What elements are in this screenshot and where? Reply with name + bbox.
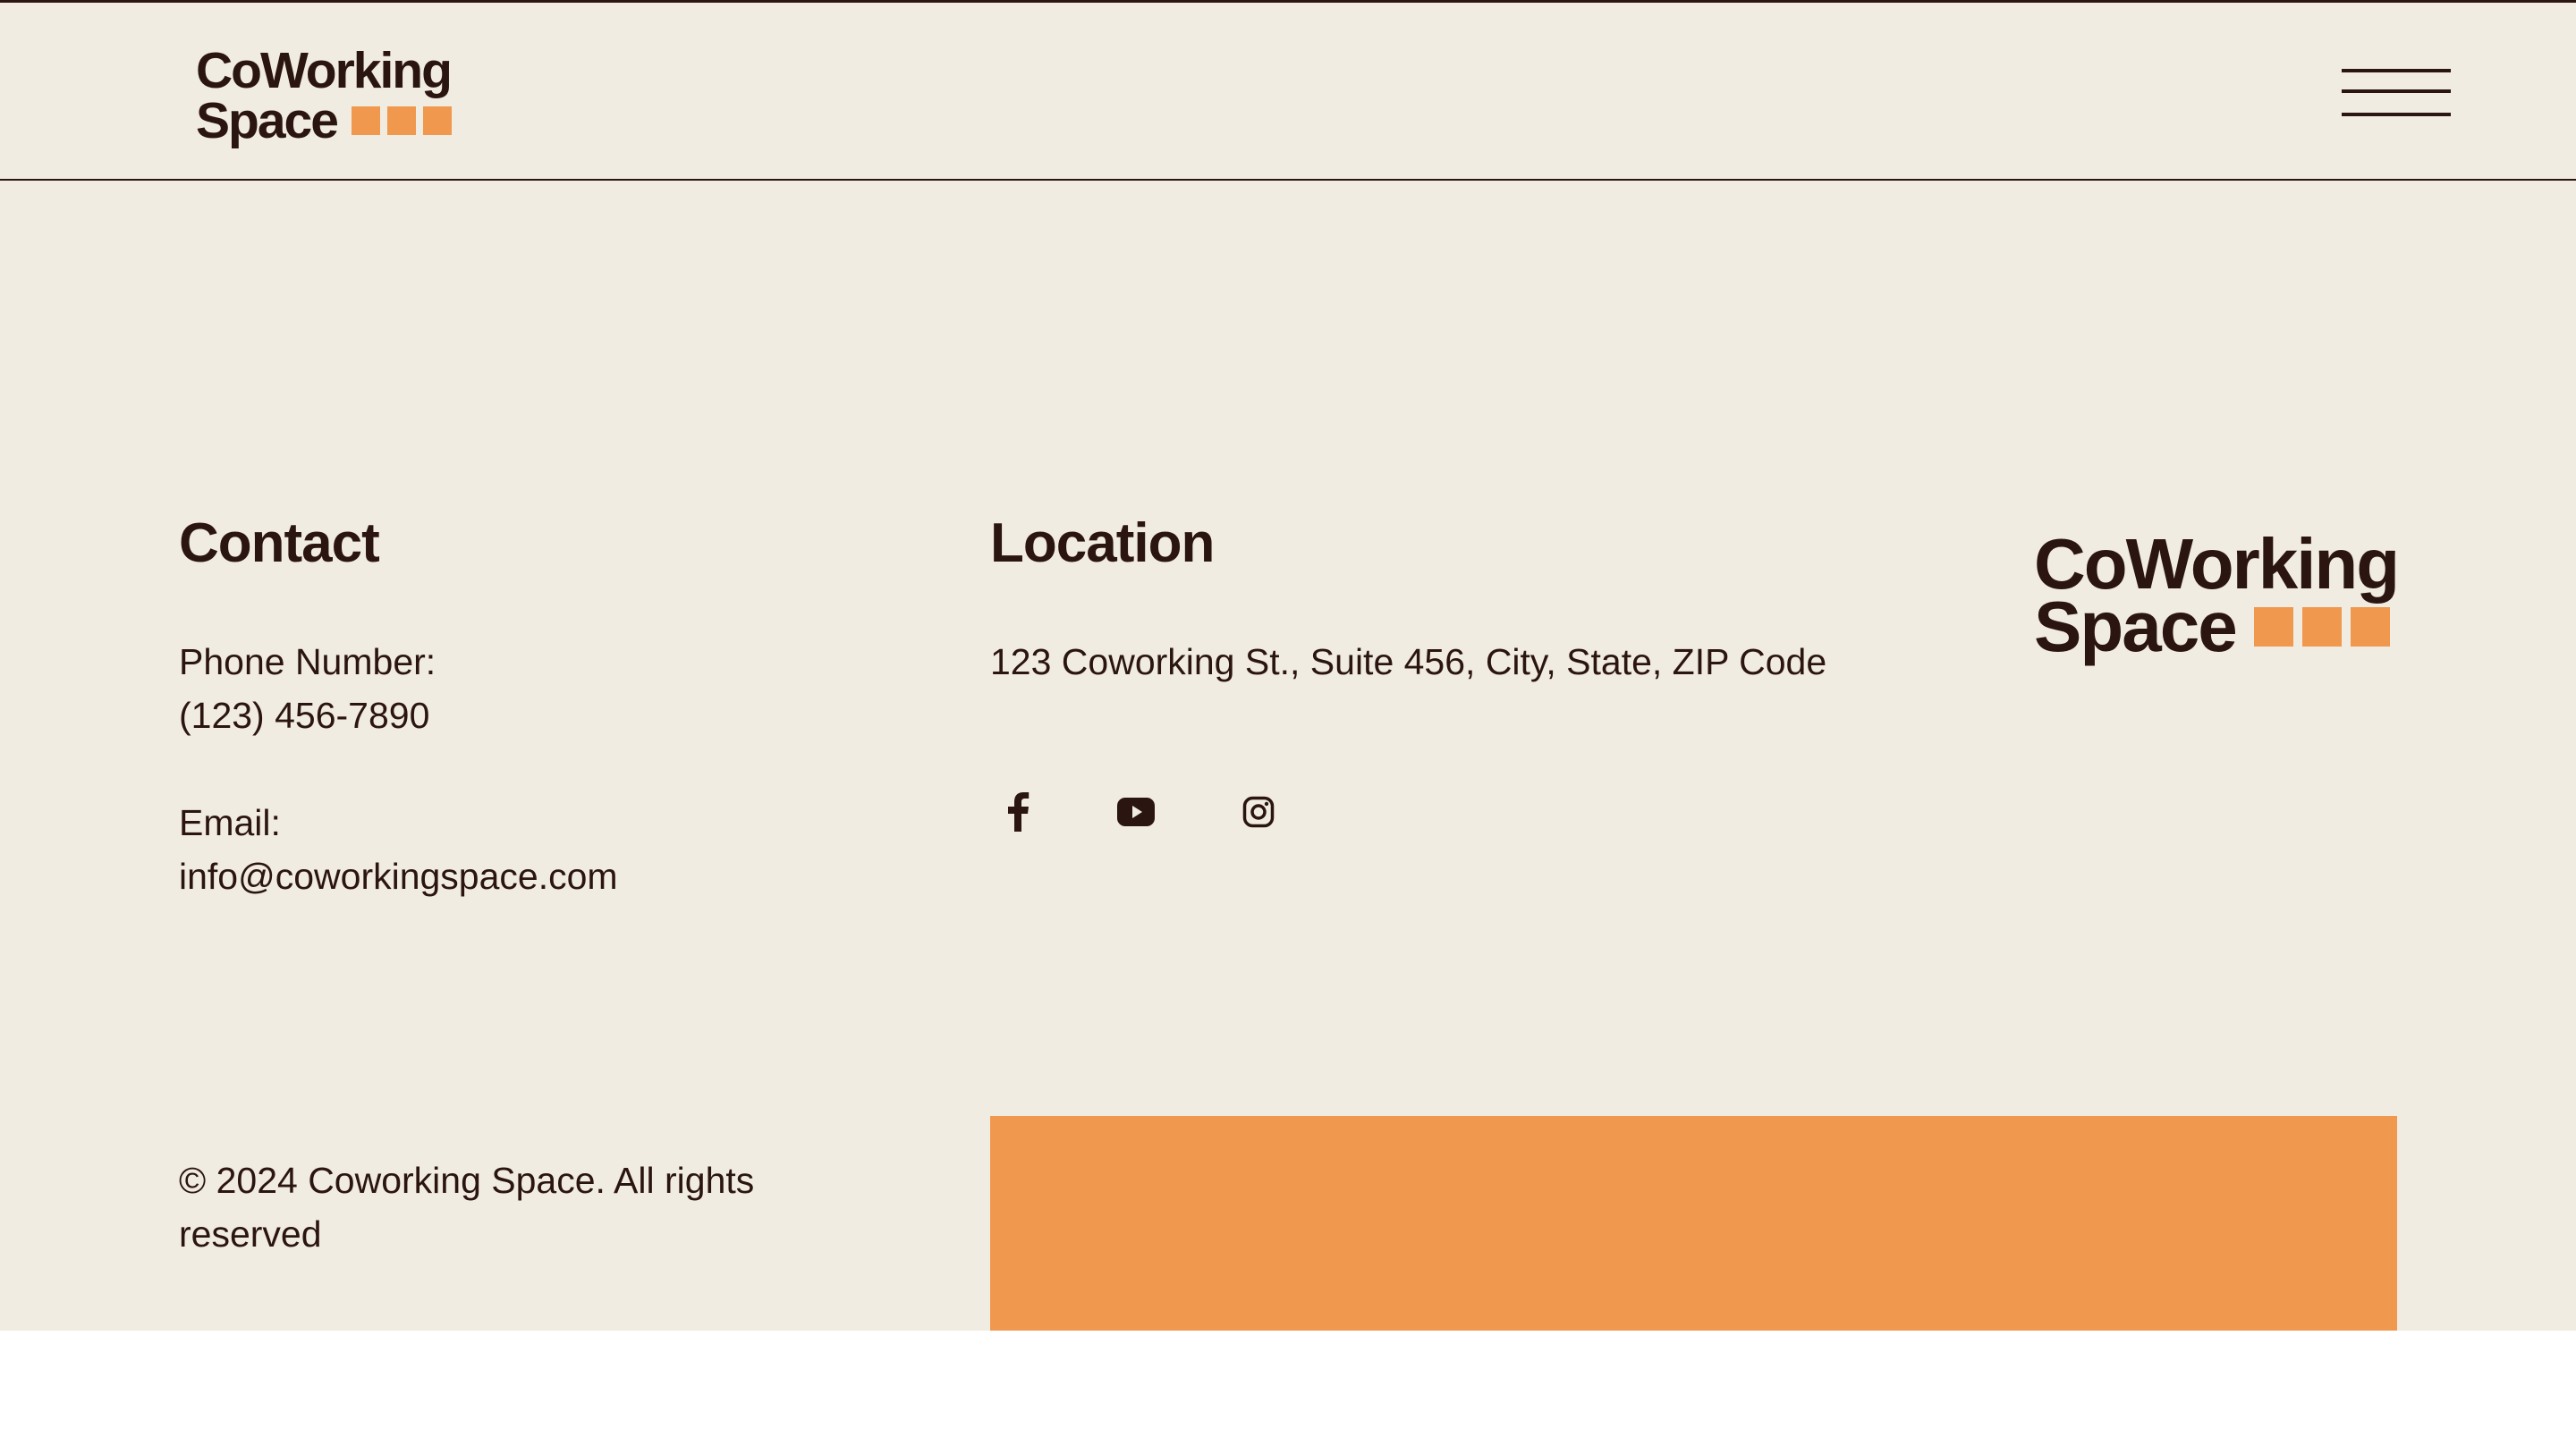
logo-line1: CoWorking	[196, 42, 453, 99]
header-logo[interactable]: CoWorking Space	[196, 42, 453, 149]
footer-logo-line2: Space	[2034, 587, 2238, 666]
logo-line2: Space	[196, 92, 339, 149]
hamburger-menu-icon[interactable]	[2342, 67, 2453, 121]
logo-squares	[351, 106, 452, 135]
page: CoWorking Space Contact Phone Number: (1…	[0, 0, 2576, 1331]
copyright-text: © 2024 Coworking Space. All rights reser…	[179, 1160, 755, 1255]
phone-label: Phone Number:	[179, 641, 436, 682]
instagram-icon[interactable]	[1233, 787, 1284, 837]
contact-heading: Contact	[179, 512, 380, 574]
email-link[interactable]: info@coworkingspace.com	[179, 850, 618, 903]
orange-accent-block	[990, 1116, 2397, 1331]
phone-link[interactable]: (123) 456-7890	[179, 689, 429, 742]
email-label: Email:	[179, 802, 281, 843]
site-header: CoWorking Space	[0, 0, 2576, 181]
footer-logo-squares	[2253, 607, 2390, 647]
facebook-icon[interactable]	[993, 787, 1043, 837]
footer-logo[interactable]: CoWorking Space	[2034, 528, 2400, 666]
location-heading: Location	[990, 512, 1215, 574]
address-text: 123 Coworking St., Suite 456, City, Stat…	[990, 641, 1827, 682]
youtube-icon[interactable]	[1111, 787, 1161, 837]
